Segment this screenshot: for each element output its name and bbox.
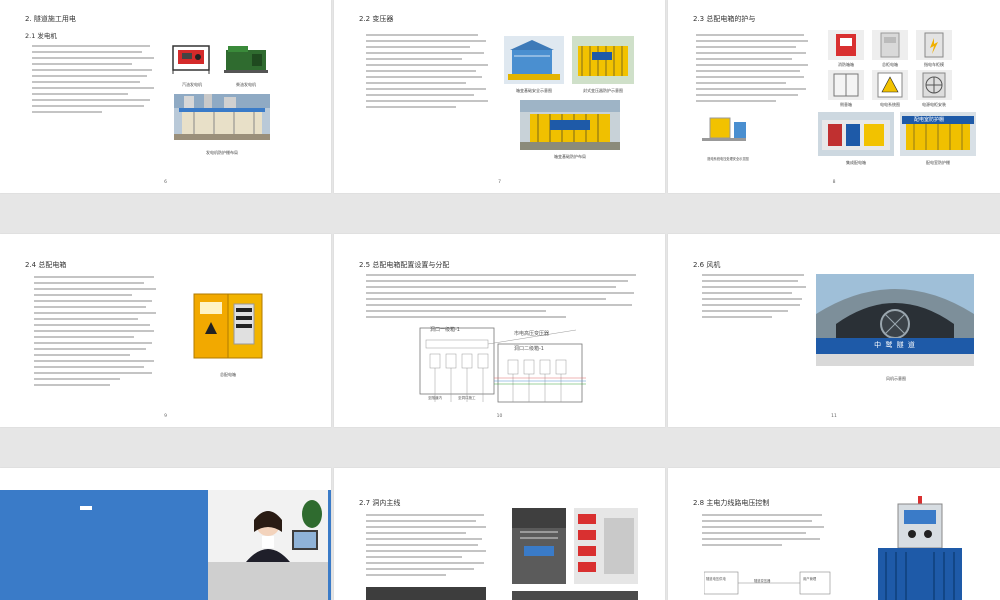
caption-diesel-generator: 柴油发电机 bbox=[236, 82, 256, 87]
transformer-protection-image bbox=[520, 100, 620, 150]
page-voltage-control[interactable]: 2.8 主电力线路电压控制 隧道电压供电 隧道变压器 用户管理 bbox=[668, 468, 1000, 600]
fire-box-image bbox=[828, 30, 864, 60]
section-title: 2.3 总配电箱的护与 bbox=[693, 15, 756, 23]
transformer-fence-image bbox=[572, 36, 634, 84]
caption-box-on-stand: 施电系统电压处理安全示意图 bbox=[707, 157, 749, 161]
caption-generator-shed: 发电机防护棚布局 bbox=[206, 150, 238, 155]
subsection-title: 2.1 发电机 bbox=[25, 32, 57, 40]
caption-electrical-diagram: 电电系统图 bbox=[880, 102, 900, 107]
tunnel-cable-image bbox=[512, 508, 566, 584]
page-number: 11 bbox=[831, 414, 837, 419]
diagram-label-bottom-left: 至隧道内 bbox=[428, 396, 442, 400]
caption-transformer-base: 箱变基础安全示意图 bbox=[516, 88, 552, 93]
tunnel-sign-text: 中 鹫 隧 道 bbox=[874, 341, 916, 349]
promo-top-band bbox=[0, 468, 331, 490]
fan-unit-image bbox=[916, 70, 952, 100]
caption-main-cabinet: 总柜电箱 bbox=[882, 62, 898, 67]
caption-distribution-box: 总配电箱 bbox=[220, 372, 236, 377]
caption-integrated-box: 集成配电箱 bbox=[846, 160, 866, 165]
diagram-label-left: 隧道电压供电 bbox=[706, 577, 726, 581]
page-distribution-box-protection[interactable]: 2.3 总配电箱的护与 消防箱箱 总柜电箱 指电车柜模 侧垂箱 电电系统图 电源… bbox=[668, 0, 1000, 193]
page-business-promo[interactable] bbox=[0, 468, 331, 600]
side-box-image bbox=[828, 70, 864, 100]
page-box-configuration[interactable]: 2.5 总配电箱配置设置与分配 洞口一级箱-1 市电高压变压器 洞口二级箱-1 … bbox=[334, 234, 665, 427]
voltage-diagram: 隧道电压供电 隧道变压器 用户管理 bbox=[703, 568, 834, 600]
page-number: 7 bbox=[498, 180, 501, 185]
voltage-regulator-image bbox=[868, 494, 972, 600]
diagram-label-middle: 隧道变压器 bbox=[754, 579, 771, 583]
caption-fan: 风机示意图 bbox=[886, 376, 906, 381]
diagram-label-box2: 洞口二级箱-1 bbox=[514, 346, 544, 352]
section-title: 2.8 主电力线路电压控制 bbox=[693, 499, 770, 507]
caption-gasoline-generator: 汽油发电机 bbox=[182, 82, 202, 87]
office-worker-image bbox=[208, 490, 328, 600]
diagram-label-right: 用户管理 bbox=[803, 577, 817, 581]
electrical-diagram-image bbox=[872, 70, 908, 100]
cable-marker-image bbox=[574, 508, 638, 584]
tunnel-bottom-image bbox=[366, 586, 486, 600]
page-transformer[interactable]: 2.2 变压器 箱变基础安全示意图 封式变压器防护示意图 箱变基础防护布局 7 bbox=[334, 0, 665, 193]
main-cabinet-image bbox=[872, 30, 908, 60]
section-title: 2.7 洞内主线 bbox=[359, 499, 401, 507]
caption-fire-box: 消防箱箱 bbox=[838, 62, 854, 67]
section-title: 2.4 总配电箱 bbox=[25, 261, 67, 269]
section-title: 2.6 风机 bbox=[693, 261, 721, 269]
generator-shed-image bbox=[174, 94, 270, 140]
power-cabinet-image bbox=[916, 30, 952, 60]
caption-power-room-shed: 配电室防护棚 bbox=[926, 160, 950, 165]
caption-transformer-fence: 封式变压器防护示意图 bbox=[583, 88, 623, 93]
distribution-box-image bbox=[190, 290, 266, 366]
caption-power-cabinet: 指电车柜模 bbox=[924, 62, 944, 67]
page-tunnel-main-line[interactable]: 2.7 洞内主线 bbox=[334, 468, 665, 600]
wiring-diagram: 洞口一级箱-1 市电高压变压器 洞口二级箱-1 至隧道内 至洞口施工 bbox=[416, 326, 586, 406]
caption-transformer-protection: 箱变基础防护布局 bbox=[554, 154, 586, 159]
diesel-generator-image bbox=[222, 40, 270, 76]
power-room-shed-image: 配电室防护棚 bbox=[900, 112, 976, 156]
gasoline-generator-image bbox=[170, 40, 212, 76]
caption-side-box: 侧垂箱 bbox=[840, 102, 852, 107]
diagram-label-box1: 洞口一级箱-1 bbox=[430, 327, 460, 333]
tunnel-fan-image: 中 鹫 隧 道 bbox=[816, 274, 974, 366]
promo-title bbox=[80, 506, 92, 510]
caption-fan-unit: 电源电柜安装 bbox=[922, 102, 946, 107]
section-title: 2. 隧道施工用电 bbox=[25, 15, 76, 23]
page-number: 6 bbox=[164, 180, 167, 185]
sign-text: 配电室防护棚 bbox=[914, 117, 945, 123]
page-generator[interactable]: 2. 隧道施工用电 2.1 发电机 汽油发电机 柴油发电机 发电机防护棚布局 6 bbox=[0, 0, 331, 193]
tunnel-bottom-image-2 bbox=[512, 588, 638, 600]
page-main-distribution-box[interactable]: 2.4 总配电箱 总配电箱 9 bbox=[0, 234, 331, 427]
box-on-stand-image bbox=[694, 114, 754, 152]
page-number: 10 bbox=[496, 414, 503, 419]
integrated-box-image bbox=[818, 112, 894, 156]
section-title: 2.5 总配电箱配置设置与分配 bbox=[359, 261, 450, 269]
page-fan[interactable]: 2.6 风机 中 鹫 隧 道 风机示意图 11 bbox=[668, 234, 1000, 427]
page-number: 9 bbox=[164, 414, 167, 419]
transformer-base-image bbox=[504, 36, 564, 84]
diagram-label-bottom-mid: 至洞口施工 bbox=[458, 396, 476, 400]
page-number: 8 bbox=[832, 180, 836, 185]
section-title: 2.2 变压器 bbox=[359, 15, 394, 23]
diagram-label-transformer: 市电高压变压器 bbox=[514, 331, 550, 337]
